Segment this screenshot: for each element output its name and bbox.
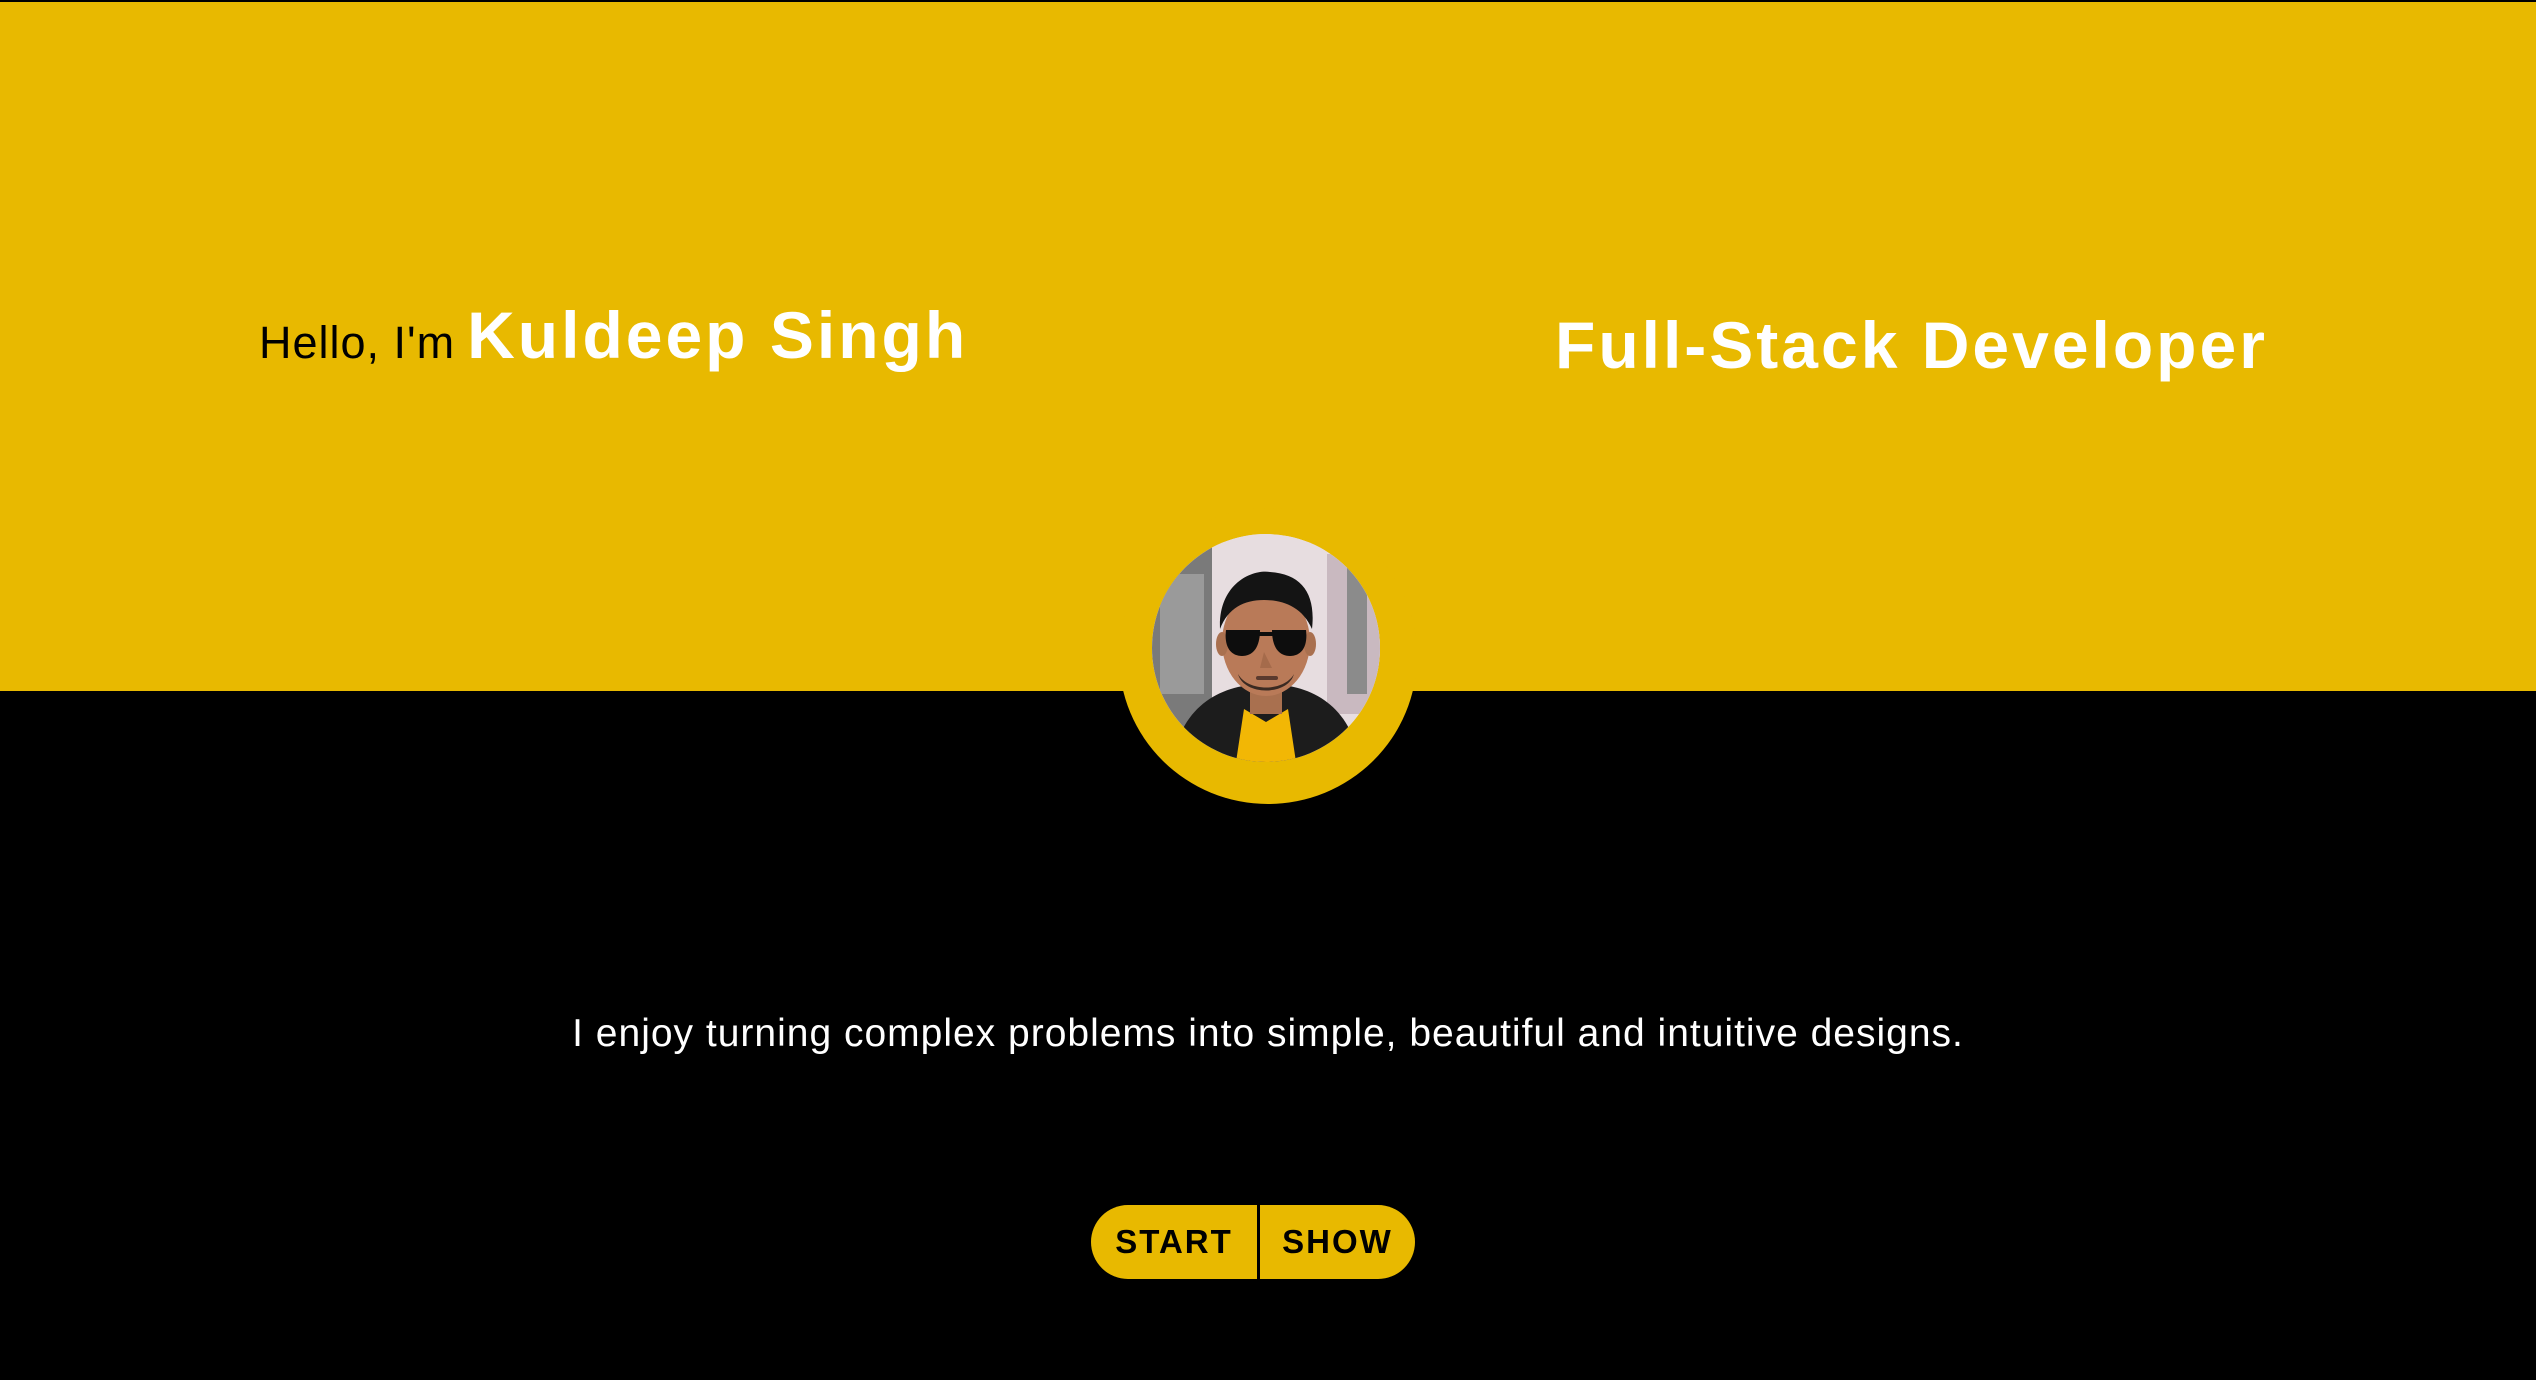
profile-photo-icon [1152,534,1380,762]
tagline: I enjoy turning complex problems into si… [572,1012,1964,1055]
greeting-prefix: Hello, I'm [259,317,456,368]
developer-name: Kuldeep Singh [467,298,969,372]
start-button[interactable]: START [1091,1205,1260,1279]
avatar [1152,534,1380,762]
greeting: Hello, I'm Kuldeep Singh [259,302,968,368]
show-button[interactable]: SHOW [1260,1205,1415,1279]
landing-page: Hello, I'm Kuldeep Singh Full-Stack Devel… [0,0,2536,1380]
developer-role: Full-Stack Developer [1555,308,2268,382]
action-button-group: START SHOW [1091,1205,1415,1279]
